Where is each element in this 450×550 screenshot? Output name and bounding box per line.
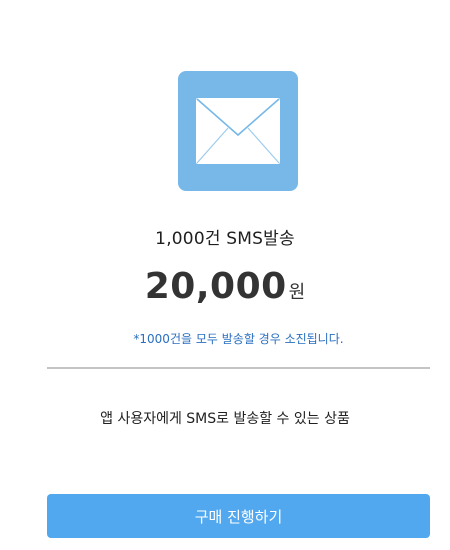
price-value: 20,000 [144, 266, 287, 307]
product-description: 앱 사용자에게 SMS로 발송할 수 있는 상품 [100, 411, 350, 427]
envelope-icon [196, 98, 280, 164]
purchase-button[interactable]: 구매 진행하기 [47, 494, 430, 538]
price-unit: 원 [288, 282, 306, 303]
divider [47, 367, 430, 369]
sms-product-card: 1,000건 SMS발송 20,000 원 *1000건을 모두 발송할 경우 소… [0, 0, 450, 550]
product-image [178, 71, 298, 191]
usage-notice: *1000건을 모두 발송할 경우 소진됩니다. [133, 332, 344, 346]
product-name: 1,000건 SMS발송 [155, 229, 295, 249]
price: 20,000 원 [0, 266, 450, 307]
usage-notice-row: *1000건을 모두 발송할 경우 소진됩니다. [0, 330, 450, 347]
